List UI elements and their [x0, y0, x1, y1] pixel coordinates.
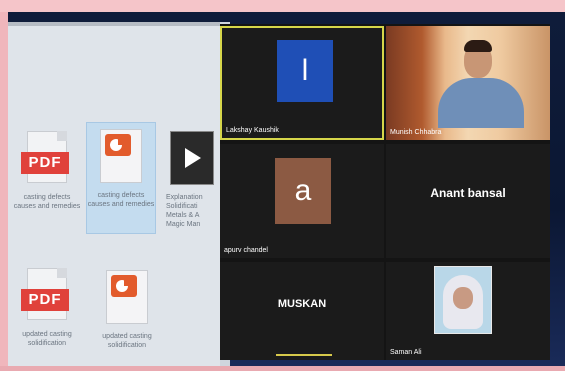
- participant-name: Lakshay Kaushik: [226, 127, 279, 134]
- file-explorer: PDF casting defects causes and remedies …: [8, 22, 220, 366]
- file-video[interactable]: Explanation Solidificati Metals & A Magi…: [166, 131, 218, 229]
- participant-tile-apurv[interactable]: a apurv chandel: [220, 144, 384, 258]
- file-caption: updated casting solidification: [22, 331, 72, 347]
- participant-tile-muskan[interactable]: MUSKAN: [220, 262, 384, 360]
- file-ppt-selected[interactable]: casting defects causes and remedies: [86, 122, 156, 234]
- participant-tile-anant[interactable]: Anant bansal: [386, 144, 550, 258]
- ppt-file-icon: [105, 270, 149, 324]
- participant-name: Anant bansal: [430, 186, 506, 200]
- file-caption: casting defects causes and remedies: [13, 194, 81, 210]
- pdf-file-icon: PDF: [21, 268, 69, 322]
- file-caption: casting defects causes and remedies: [87, 192, 155, 208]
- file-pdf[interactable]: PDF casting defects causes and remedies: [12, 131, 82, 211]
- participant-tile-lakshay[interactable]: l Lakshay Kaushik: [220, 26, 384, 140]
- participant-tile-saman[interactable]: Saman Ali: [386, 262, 550, 360]
- participant-tile-munish[interactable]: Munish Chhabra: [386, 26, 550, 140]
- file-pdf[interactable]: PDF updated casting solidification: [12, 268, 82, 348]
- ppt-file-icon: [99, 129, 143, 183]
- avatar: a: [275, 158, 331, 224]
- file-caption: updated casting solidification: [102, 333, 152, 349]
- video-gallery: l Lakshay Kaushik Munish Chhabra a apurv…: [220, 24, 550, 360]
- video-file-icon: [170, 131, 214, 185]
- participant-name: MUSKAN: [277, 298, 327, 310]
- avatar: l: [277, 40, 333, 102]
- file-ppt[interactable]: updated casting solidification: [92, 270, 162, 350]
- participant-name: Munish Chhabra: [390, 129, 442, 136]
- pink-border-bottom: [0, 366, 565, 371]
- file-caption: Explanation Solidificati Metals & A Magi…: [166, 194, 203, 228]
- participant-name: apurv chandel: [224, 247, 268, 254]
- participant-photo: [434, 266, 492, 334]
- speaking-indicator: [276, 354, 332, 356]
- pink-border-left: [0, 12, 8, 371]
- pdf-file-icon: PDF: [21, 131, 69, 185]
- participant-name: Saman Ali: [390, 349, 422, 356]
